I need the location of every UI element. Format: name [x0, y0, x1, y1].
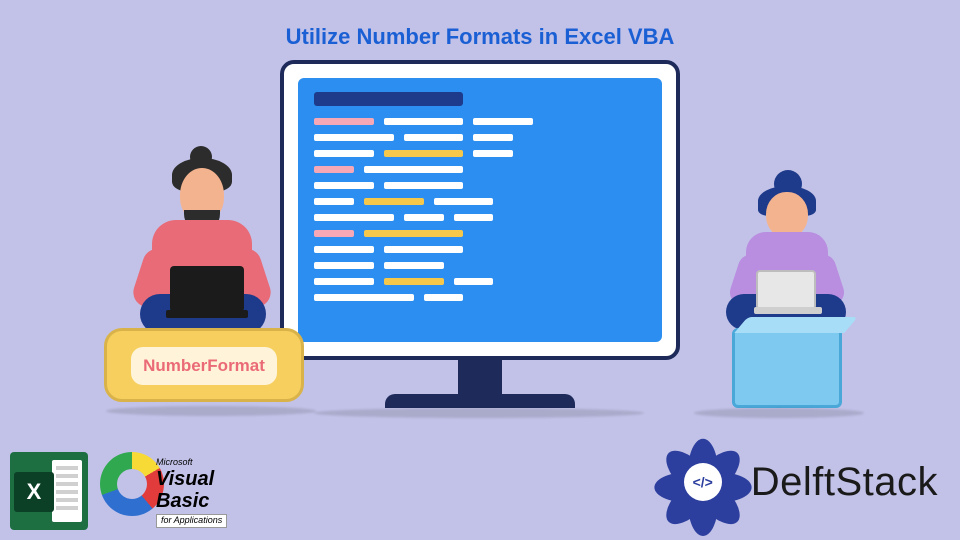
vb-line-applications: for Applications [156, 514, 227, 528]
delftstack-brand: </> DelftStack [665, 444, 938, 520]
logo-row: X Microsoft Visual Basic for Application… [10, 452, 260, 530]
left-person-illustration: NumberFormat [110, 168, 310, 428]
excel-logo-icon: X [10, 452, 88, 530]
monitor-stand-neck [458, 360, 502, 394]
laptop-icon [756, 270, 816, 310]
shadow [314, 408, 644, 418]
monitor-stand-base [385, 394, 575, 408]
page-title: Utilize Number Formats in Excel VBA [0, 24, 960, 50]
brand-name: DelftStack [751, 460, 938, 505]
shadow [694, 408, 864, 418]
cube-seat [732, 328, 842, 408]
vb-line-microsoft: Microsoft [156, 458, 260, 468]
delftstack-logo-icon: </> [665, 444, 741, 520]
label-box: NumberFormat [104, 328, 304, 402]
monitor-screen [298, 78, 662, 342]
vb-line-visualbasic: Visual Basic [156, 468, 260, 512]
visual-basic-logo-icon: Microsoft Visual Basic for Applications [100, 452, 260, 530]
window-titlebar-icon [314, 92, 463, 106]
code-glyph-icon: </> [684, 463, 722, 501]
excel-letter: X [14, 472, 54, 512]
laptop-icon [170, 266, 244, 312]
right-person-illustration [694, 178, 864, 428]
monitor-bezel [280, 60, 680, 360]
numberformat-label: NumberFormat [131, 347, 277, 385]
monitor-illustration [280, 60, 680, 408]
shadow [106, 406, 316, 416]
